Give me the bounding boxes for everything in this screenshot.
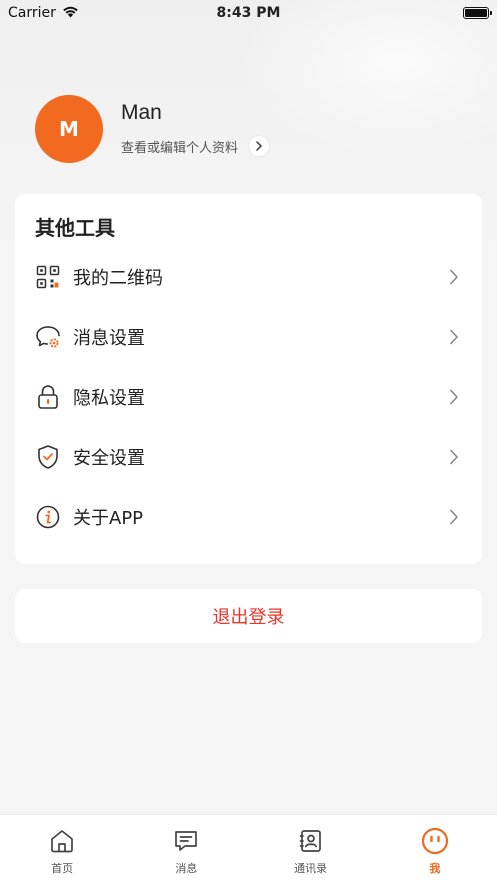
chevron-right-icon — [448, 268, 460, 286]
wifi-icon — [62, 5, 79, 22]
tab-label-home: 首页 — [51, 862, 74, 875]
menu-label-about-app: 关于APP — [73, 508, 144, 529]
profile-header[interactable]: M Man 查看或编辑个人资料 — [35, 95, 271, 163]
profile-name: Man — [121, 101, 162, 124]
tab-label-me: 我 — [429, 862, 441, 875]
battery-icon — [463, 7, 492, 19]
status-bar: Carrier — [0, 0, 497, 26]
chevron-right-icon[interactable] — [248, 135, 271, 157]
message-icon — [172, 827, 200, 855]
menu-item-security-settings[interactable]: 安全设置 — [15, 427, 482, 487]
edit-profile-link[interactable]: 查看或编辑个人资料 — [121, 135, 271, 157]
chevron-right-icon — [448, 388, 460, 406]
tab-bar: 首页 消息 通讯录 我 — [0, 814, 497, 883]
menu-item-privacy-settings[interactable]: 隐私设置 — [15, 367, 482, 427]
tab-messages[interactable]: 消息 — [124, 815, 248, 883]
lock-icon — [35, 384, 61, 410]
shield-icon — [35, 444, 61, 470]
chevron-right-icon — [448, 448, 460, 466]
menu-label-message-settings: 消息设置 — [73, 328, 145, 349]
contacts-icon — [297, 827, 325, 855]
menu-label-security-settings: 安全设置 — [73, 448, 145, 469]
edit-profile-text: 查看或编辑个人资料 — [121, 140, 239, 156]
tab-label-contacts: 通讯录 — [294, 862, 328, 875]
other-tools-card: 其他工具 我的二维码 消息设置 隐私设置 安全设置 关于APP — [15, 194, 482, 564]
chevron-right-icon — [448, 508, 460, 526]
avatar[interactable]: M — [35, 95, 103, 163]
info-icon — [35, 504, 61, 530]
menu-item-message-settings[interactable]: 消息设置 — [15, 307, 482, 367]
tab-label-messages: 消息 — [175, 862, 198, 875]
message-settings-icon — [35, 324, 61, 350]
home-icon — [48, 827, 76, 855]
qrcode-icon — [35, 264, 61, 290]
menu-label-privacy-settings: 隐私设置 — [73, 388, 145, 409]
tab-contacts[interactable]: 通讯录 — [249, 815, 373, 883]
tab-me[interactable]: 我 — [373, 815, 497, 883]
logout-label: 退出登录 — [212, 607, 285, 628]
profile-info: Man 查看或编辑个人资料 — [121, 101, 271, 157]
tab-home[interactable]: 首页 — [0, 815, 124, 883]
chevron-right-icon — [448, 328, 460, 346]
menu-label-qrcode: 我的二维码 — [73, 268, 163, 289]
carrier-label: Carrier — [8, 5, 56, 21]
logout-button[interactable]: 退出登录 — [15, 589, 482, 643]
menu-item-qrcode[interactable]: 我的二维码 — [15, 247, 482, 307]
profile-icon — [421, 827, 449, 855]
tools-title: 其他工具 — [35, 216, 115, 240]
menu-item-about-app[interactable]: 关于APP — [15, 487, 482, 547]
status-left: Carrier — [8, 5, 79, 22]
